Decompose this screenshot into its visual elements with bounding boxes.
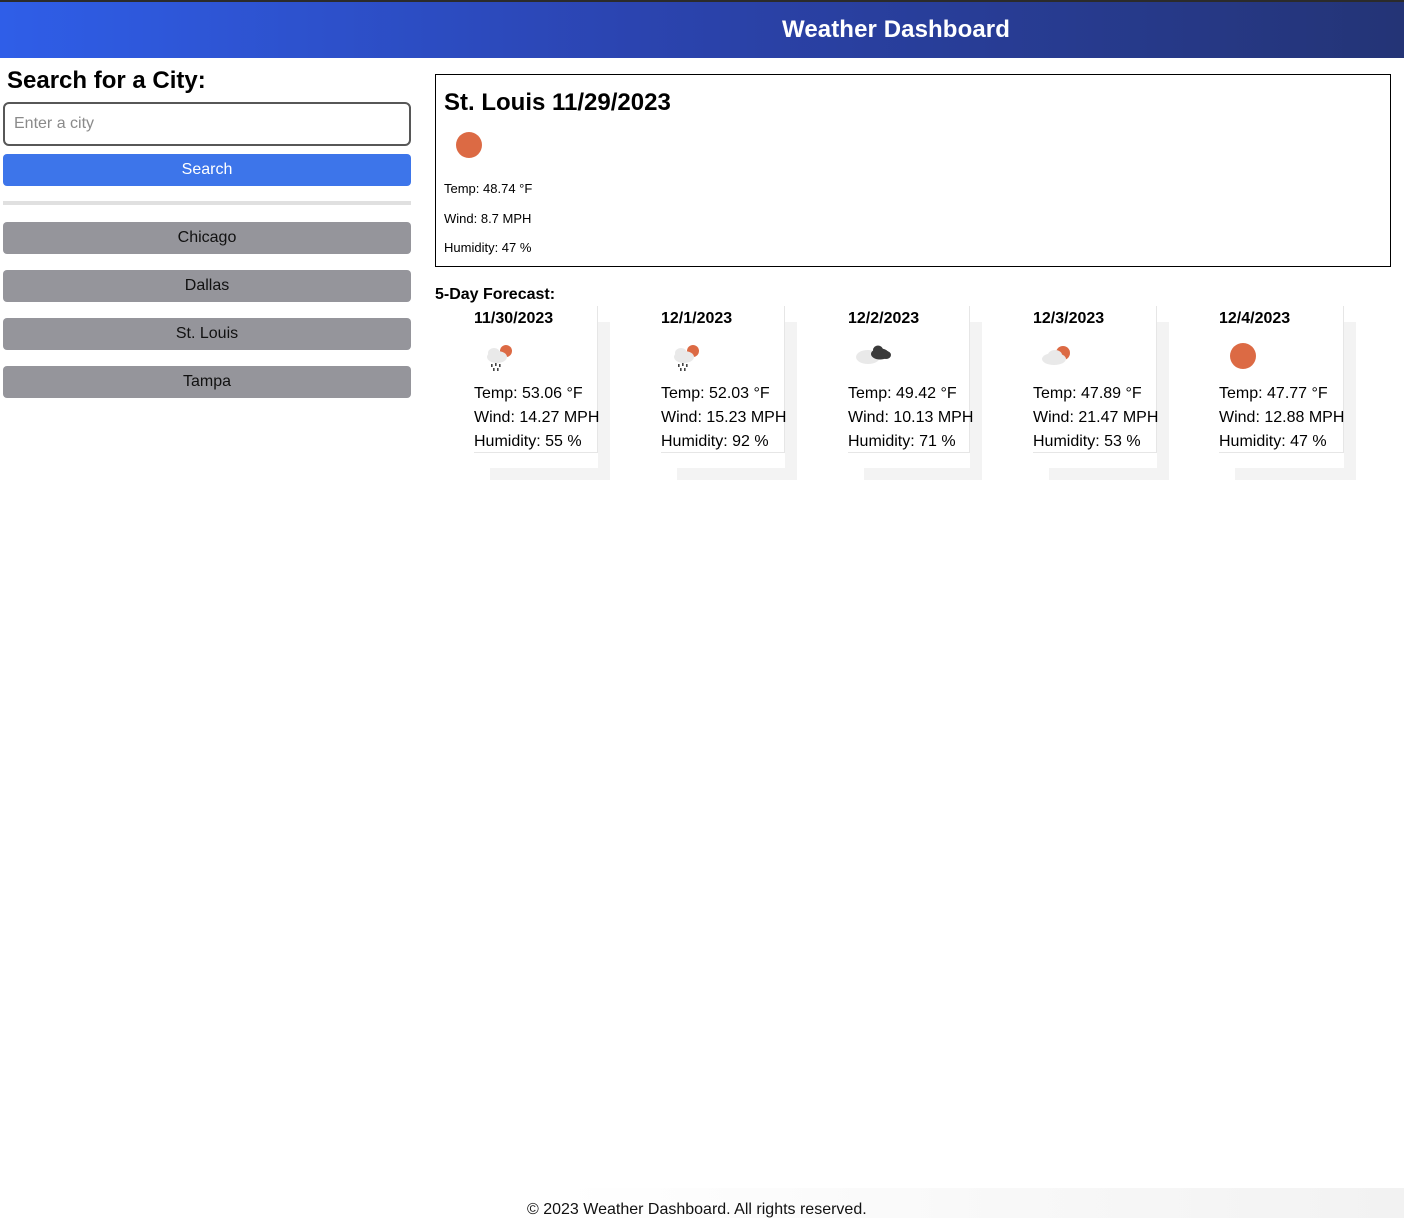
city-search-input[interactable] [3,102,411,146]
rain-sun-cloud-icon [674,345,699,371]
forecast-wind: Wind: 21.47 MPH [1033,409,1159,426]
forecast-wind: Wind: 10.13 MPH [848,409,974,426]
forecast-wind: Wind: 15.23 MPH [661,409,787,426]
forecast-humidity: Humidity: 47 % [1219,433,1327,450]
current-wind: Wind: 8.7 MPH [444,211,532,226]
forecast-card-body: 12/4/2023 Temp: 47.77 °F Wind: 12.88 MPH… [1219,306,1344,453]
forecast-humidity: Humidity: 71 % [848,433,956,450]
forecast-card: 12/4/2023 Temp: 47.77 °F Wind: 12.88 MPH… [1219,306,1344,468]
search-heading: Search for a City: [7,67,206,94]
forecast-humidity: Humidity: 92 % [661,433,769,450]
forecast-temp: Temp: 49.42 °F [848,385,957,402]
weather-dashboard-page: Weather Dashboard Search for a City: Sea… [0,0,1404,1218]
forecast-date: 12/2/2023 [848,310,920,327]
forecast-wind: Wind: 14.27 MPH [474,409,600,426]
app-title: Weather Dashboard [782,16,1010,43]
forecast-card: 11/30/2023 Temp: 53.06 °F Wind: 14.27 MP… [474,306,600,468]
forecast-card-body: 11/30/2023 Temp: 53.06 °F Wind: 14.27 MP… [474,306,600,453]
clear-sun-icon [456,132,482,158]
broken-clouds-icon [856,345,891,364]
history-city-button[interactable]: Dallas [3,270,411,302]
current-humidity: Humidity: 47 % [444,240,532,255]
forecast-heading: 5-Day Forecast: [435,286,556,303]
forecast-card-body: 12/2/2023 Temp: 49.42 °F Wind: 10.13 MPH… [848,306,974,453]
current-weather-card: St. Louis 11/29/2023 Temp: 48.74 °F Wind… [435,74,1391,267]
forecast-date: 12/3/2023 [1033,310,1105,327]
forecast-card-body: 12/3/2023 Temp: 47.89 °F Wind: 21.47 MPH… [1033,306,1159,453]
app-header: Weather Dashboard [0,0,1404,58]
forecast-card: 12/2/2023 Temp: 49.42 °F Wind: 10.13 MPH… [848,306,974,468]
search-history: Chicago Dallas St. Louis Tampa [3,222,411,414]
forecast-humidity: Humidity: 55 % [474,433,582,450]
history-city-button[interactable]: Tampa [3,366,411,398]
forecast-temp: Temp: 52.03 °F [661,385,770,402]
current-city-date: St. Louis 11/29/2023 [444,89,671,116]
forecast-wind: Wind: 12.88 MPH [1219,409,1345,426]
sun-cloud-icon [1042,346,1070,365]
forecast-card: 12/3/2023 Temp: 47.89 °F Wind: 21.47 MPH… [1033,306,1159,468]
forecast-temp: Temp: 47.89 °F [1033,385,1142,402]
current-temp: Temp: 48.74 °F [444,181,533,196]
forecast-temp: Temp: 47.77 °F [1219,385,1328,402]
sidebar-divider [3,201,411,205]
search-button[interactable]: Search [3,154,411,186]
forecast-card: 12/1/2023 Temp: 52.03 °F Wind: 15.23 MPH… [661,306,787,468]
page-footer: © 2023 Weather Dashboard. All rights res… [0,1188,1404,1218]
forecast-card-body: 12/1/2023 Temp: 52.03 °F Wind: 15.23 MPH… [661,306,787,453]
forecast-humidity: Humidity: 53 % [1033,433,1141,450]
forecast-temp: Temp: 53.06 °F [474,385,583,402]
clear-sun-icon [1230,343,1256,369]
rain-sun-cloud-icon [487,345,512,371]
copyright-text: © 2023 Weather Dashboard. All rights res… [527,1201,867,1218]
forecast-date: 12/4/2023 [1219,310,1291,327]
forecast-date: 12/1/2023 [661,310,733,327]
history-city-button[interactable]: Chicago [3,222,411,254]
history-city-button[interactable]: St. Louis [3,318,411,350]
forecast-date: 11/30/2023 [474,310,554,327]
